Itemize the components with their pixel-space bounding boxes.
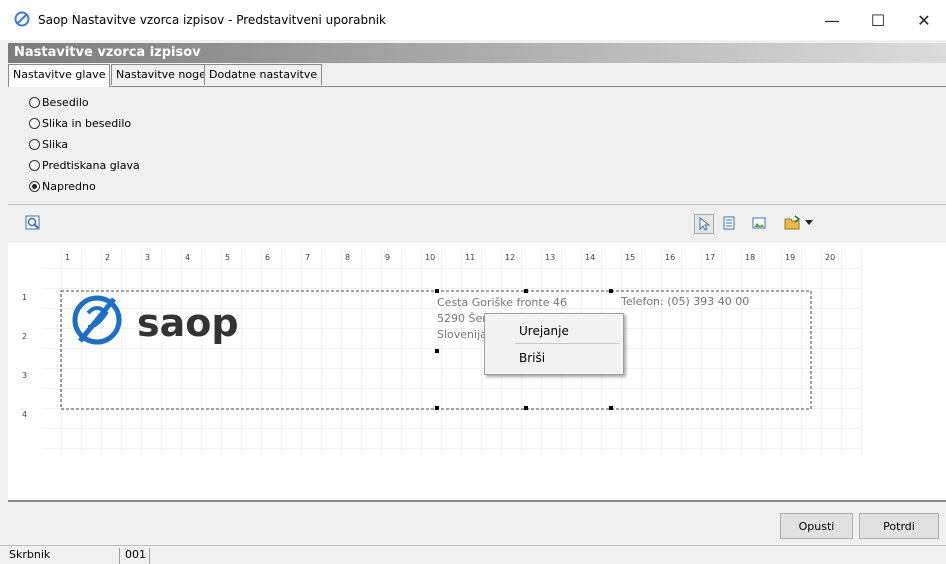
zoom-icon[interactable]: [24, 214, 42, 232]
status-bar: Skrbnik 001: [0, 545, 946, 564]
canvas-divider: [8, 500, 946, 502]
maximize-button[interactable]: ☐: [855, 0, 901, 40]
side-ruler-number: 2: [22, 332, 28, 341]
ruler-number: 9: [385, 253, 391, 262]
image-icon[interactable]: [750, 214, 768, 232]
tab-dodatne-nastavitve[interactable]: Dodatne nastavitve: [204, 64, 323, 85]
menu-separator: [515, 343, 619, 344]
ruler-number: 20: [825, 253, 836, 262]
context-menu: Urejanje Briši: [484, 313, 624, 375]
logo-text: saop: [137, 301, 239, 345]
ruler-number: 17: [705, 253, 716, 262]
radio-button[interactable]: [29, 117, 40, 129]
ruler-number: 16: [665, 253, 676, 262]
close-button[interactable]: ✕: [901, 0, 946, 40]
ruler-number: 15: [625, 253, 636, 262]
address-line-1: Cesta Goriške fronte 46: [437, 296, 567, 309]
side-ruler-number: 3: [22, 371, 28, 380]
ruler-number: 7: [305, 253, 311, 262]
radio-label: Besedilo: [42, 95, 89, 109]
dropdown-arrow-icon[interactable]: [804, 214, 814, 232]
ok-button[interactable]: Potrdi: [859, 513, 939, 539]
tab-panel: [8, 86, 946, 204]
radio-napredno[interactable]: Napredno: [29, 178, 96, 194]
radio-slika-in-besedilo[interactable]: Slika in besedilo: [29, 115, 131, 131]
radio-label: Predtiskana glava: [42, 158, 140, 172]
tab-nastavitve-noge[interactable]: Nastavitve noge: [111, 64, 211, 85]
radio-label: Slika: [42, 137, 69, 151]
ruler-number: 19: [785, 253, 796, 262]
menu-item-urejanje[interactable]: Urejanje: [485, 319, 623, 343]
radio-label: Napredno: [42, 179, 96, 193]
radio-besedilo[interactable]: Besedilo: [29, 94, 89, 110]
minimize-button[interactable]: —: [809, 0, 855, 40]
section-title: Nastavitve vzorca izpisov: [14, 45, 201, 60]
report-designer-canvas[interactable]: 1 2 3 4 5 6 7 8 9 10 11 12 13 14 15 16 17 18 19 20 1234 sao…: [8, 243, 946, 500]
title-bar: Saop Nastavitve vzorca izpisov - Predsta…: [0, 0, 946, 40]
ruler-number: 11: [465, 253, 476, 262]
radio-button[interactable]: [29, 159, 40, 171]
menu-item-brisi[interactable]: Briši: [485, 346, 623, 370]
designer-grid: [42, 249, 862, 454]
pointer-icon[interactable]: [694, 214, 714, 234]
side-ruler-number: 1: [22, 293, 28, 302]
app-icon: [14, 11, 30, 27]
ruler-number: 13: [545, 253, 556, 262]
status-user: Skrbnik: [6, 548, 120, 564]
radio-button[interactable]: [29, 138, 40, 150]
radio-slika[interactable]: Slika: [29, 136, 68, 152]
radio-button[interactable]: [29, 96, 40, 108]
ruler-number: 8: [345, 253, 351, 262]
ruler-number: 3: [145, 253, 151, 262]
ruler-number: 18: [745, 253, 756, 262]
phone-text[interactable]: Telefon: (05) 393 40 00: [621, 295, 749, 308]
ruler-number: 5: [225, 253, 231, 262]
designer-toolbar: [8, 204, 946, 244]
ruler-number: 6: [265, 253, 271, 262]
ruler-number: 10: [425, 253, 436, 262]
side-ruler-number: 4: [22, 410, 28, 419]
ruler-number: 14: [585, 253, 596, 262]
text-field-icon[interactable]: [720, 214, 738, 232]
ruler-number: 2: [105, 253, 111, 262]
ruler-number: 4: [185, 253, 191, 262]
open-folder-icon[interactable]: [784, 214, 802, 232]
ruler-number: 1: [65, 253, 71, 262]
tab-nastavitve-glave[interactable]: Nastavitve glave: [8, 64, 111, 87]
cancel-button[interactable]: Opusti: [780, 513, 853, 539]
radio-label: Slika in besedilo: [42, 116, 132, 130]
ruler-number: 12: [505, 253, 516, 262]
radio-button-checked[interactable]: [29, 180, 40, 192]
window-title: Saop Nastavitve vzorca izpisov - Predsta…: [38, 13, 386, 27]
radio-predtiskana-glava[interactable]: Predtiskana glava: [29, 157, 140, 173]
section-header: Nastavitve vzorca izpisov: [8, 43, 946, 63]
status-code: 001: [122, 548, 150, 564]
